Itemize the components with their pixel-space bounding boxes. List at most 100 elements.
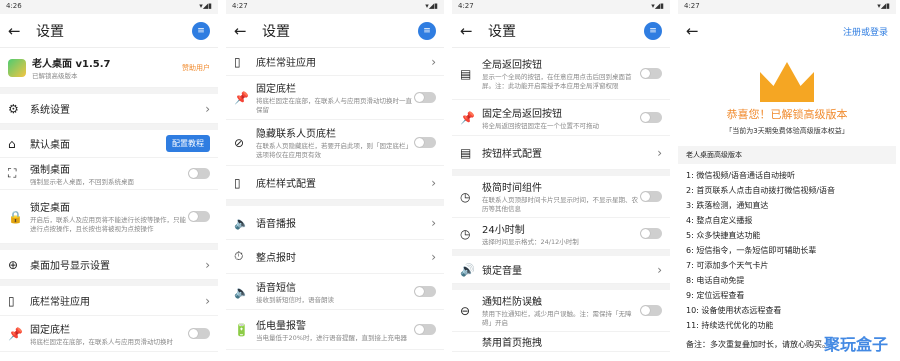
row-label: 锁定桌面 — [30, 203, 70, 215]
fixed-dock-toggle[interactable] — [188, 328, 210, 339]
status-time: 4:27 — [232, 2, 248, 10]
row-minimal-time[interactable]: ◷ 极简时间组件 在联系人页顶部时间卡片只显示时间，不显示星期、农历等其他信息 — [452, 176, 670, 218]
menu-icon[interactable]: ≡ — [192, 21, 210, 40]
app-bar: ← 设置 ≡ — [452, 14, 670, 48]
row-plus-display[interactable]: ⊕ 桌面加号显示设置 › — [0, 250, 218, 280]
row-default-desktop[interactable]: ⌂ 默认桌面 配置教程 — [0, 130, 218, 158]
row-label: 固定全局返回按钮 — [482, 108, 562, 120]
row-lock-volume[interactable]: 🔊 锁定音量 › — [452, 256, 670, 284]
force-icon: ⛶ — [8, 166, 17, 180]
trial-text: 「当前为3天期免费体验高级版本权益」 — [725, 127, 849, 135]
watermark: 聚玩盒子 — [823, 335, 888, 354]
24-hour-toggle[interactable] — [640, 228, 662, 239]
speaker-icon: 🔈 — [234, 215, 249, 230]
back-arrow-icon[interactable]: ← — [686, 22, 714, 40]
app-logo-icon — [8, 58, 26, 77]
back-arrow-icon[interactable]: ← — [8, 22, 36, 40]
volume-icon: 🔊 — [460, 262, 475, 277]
lock-desktop-toggle[interactable] — [188, 211, 210, 222]
row-label: 桌面加号显示设置 — [30, 261, 110, 272]
row-label: 按钮样式配置 — [482, 149, 542, 160]
list-item: 1: 微信视频/语音通话自动接听 — [686, 171, 796, 180]
row-fixed-global-back[interactable]: 📌 固定全局返回按钮 将全局返回按钮固定在一个位置不可拖动 — [452, 100, 670, 136]
row-sub: 开启后，联系人及应用页将不能进行长按等操作，只能进行点按操作，且长按也将被视为点… — [30, 216, 186, 233]
row-sub: 接收到新短信时，语音朗读 — [256, 295, 334, 304]
row-dock-apps[interactable]: ▯ 底栏常驻应用 › — [0, 286, 218, 316]
global-back-toggle[interactable] — [640, 68, 662, 79]
pin-icon: 📌 — [460, 110, 475, 125]
config-tutorial-button[interactable]: 配置教程 — [166, 135, 210, 152]
feature-list: 1: 微信视频/语音通话自动接听 2: 首页联系人点击自动拨打微信视频/语音 3… — [678, 168, 896, 333]
row-voice-sms[interactable]: 🔈 语音短信 接收到新短信时，语音朗读 — [226, 274, 444, 310]
fixed-dock-toggle[interactable] — [414, 92, 436, 103]
row-low-battery[interactable]: 🔋 低电量报警 当电量低于20%时，进行语音提醒，直到接上充电器 — [226, 310, 444, 350]
premium-screen: 4:27 ▾◢▮ ← 注册或登录 恭喜您！已解锁高级版本 「当前为3天期免费体验高… — [678, 0, 900, 361]
list-item: 5: 众多快捷直达功能 — [686, 231, 761, 240]
status-time: 4:26 — [6, 2, 22, 10]
voice-sms-toggle[interactable] — [414, 286, 436, 297]
row-lock-desktop[interactable]: 🔒 锁定桌面 开启后，联系人及应用页将不能进行长按等操作，只能进行点按操作，且长按… — [0, 190, 218, 244]
fixed-back-toggle[interactable] — [640, 112, 662, 123]
list-item: 7: 可添加多个天气卡片 — [686, 261, 769, 270]
row-button-style[interactable]: ▤ 按钮样式配置 › — [452, 136, 670, 170]
menu-icon[interactable]: ≡ — [418, 21, 436, 40]
back-arrow-icon[interactable]: ← — [234, 22, 262, 40]
app-name: 老人桌面 v1.5.7 — [32, 58, 111, 70]
row-hourly-chime[interactable]: ⏱ 整点报时 › — [226, 240, 444, 274]
row-label: 固定底栏 — [30, 324, 70, 336]
congrats-text: 恭喜您！已解锁高级版本 — [726, 108, 848, 121]
version-header: 老人桌面高级版本 — [678, 146, 896, 164]
pin-icon: 📌 — [234, 90, 249, 105]
row-label: 语音播报 — [256, 219, 296, 230]
row-label: 固定底栏 — [256, 84, 296, 96]
row-label: 极简时间组件 — [482, 183, 542, 195]
row-voice-broadcast[interactable]: 🔈 语音播报 › — [226, 206, 444, 240]
row-label: 强制桌面 — [30, 164, 70, 176]
hide-dock-toggle[interactable] — [414, 137, 436, 148]
row-dock-style[interactable]: ▯ 底栏样式配置 › — [226, 166, 444, 200]
clock-icon: ◷ — [460, 226, 471, 241]
row-notification-guard[interactable]: ⊖ 通知栏防误触 禁用下拉通知栏，减少用户误触。注：需保持「无障碍」开启 — [452, 290, 670, 332]
status-bar: 4:26 ▾◢▮ — [0, 0, 218, 14]
list-item: 4: 整点自定义播报 — [686, 216, 753, 225]
home-icon: ⌂ — [8, 136, 16, 151]
minimal-time-toggle[interactable] — [640, 191, 662, 202]
login-link[interactable]: 注册或登录 — [843, 25, 888, 38]
notification-guard-toggle[interactable] — [640, 305, 662, 316]
row-fixed-dock[interactable]: 📌 固定底栏 将底栏固定在底部，在联系人与应用页滑动切换时一直保留 — [226, 76, 444, 120]
list-item: 2: 首页联系人点击自动拨打微信视频/语音 — [686, 186, 836, 195]
force-desktop-toggle[interactable] — [188, 168, 210, 179]
low-battery-toggle[interactable] — [414, 324, 436, 335]
lock-icon: 🔒 — [8, 209, 23, 224]
eye-off-icon: ⊘ — [234, 135, 245, 150]
app-info-row[interactable]: 老人桌面 v1.5.7 已解锁高级版本 赞助用户 — [0, 48, 218, 88]
back-arrow-icon[interactable]: ← — [460, 22, 488, 40]
row-dock-apps[interactable]: ▯ 底栏常驻应用 › — [226, 48, 444, 76]
row-label: 默认桌面 — [30, 140, 70, 151]
status-time: 4:27 — [458, 2, 474, 10]
settings-screen-1: 4:26 ▾◢▮ ← 设置 ≡ 老人桌面 v1.5.7 已解锁高级版本 赞助用户 … — [0, 0, 222, 361]
settings-screen-2: 4:27 ▾◢▮ ← 设置 ≡ ▯ 底栏常驻应用 › 📌 固定底栏 将底栏固定在底部，在联… — [226, 0, 448, 361]
app-bar: ← 注册或登录 — [678, 14, 896, 48]
menu-icon[interactable]: ≡ — [644, 21, 662, 40]
list-item: 9: 定位远程查看 — [686, 291, 745, 300]
row-hide-contact-dock[interactable]: ⊘ 隐藏联系人页底栏 在联系人页隐藏底栏，若要开启此项，则「固定底栏」选项将仅在应用… — [226, 120, 444, 166]
chevron-right-icon: › — [205, 293, 210, 308]
row-24-hour[interactable]: ◷ 24小时制 选择时间显示格式：24/12小时制 — [452, 218, 670, 250]
list-item: 3: 跌落检测，通知直达 — [686, 201, 769, 210]
app-bar: ← 设置 ≡ — [0, 14, 218, 48]
row-fixed-dock[interactable]: 📌 固定底栏 将底栏固定在底部，在联系人与应用页滑动切换时 — [0, 316, 218, 352]
row-sub: 将底栏固定在底部，在联系人与应用页滑动切换时 — [30, 337, 173, 346]
status-time: 4:27 — [684, 2, 700, 10]
chevron-right-icon: › — [205, 257, 210, 272]
row-global-back[interactable]: ▤ 全局返回按钮 显示一个全局的按钮，在任意应用点击后回到桌面首屏。注：此功能开启需… — [452, 48, 670, 100]
chevron-right-icon: › — [431, 175, 436, 190]
row-system-settings[interactable]: ⚙ 系统设置 › — [0, 94, 218, 124]
row-disable-drag[interactable]: 禁用首页拖拽 — [452, 332, 670, 352]
row-force-desktop[interactable]: ⛶ 强制桌面 强制显示老人桌面，不回到系统桌面 — [0, 158, 218, 190]
signal-icon: ▾◢▮ — [651, 2, 664, 10]
row-label: 全局返回按钮 — [482, 60, 542, 72]
status-bar: 4:27 ▾◢▮ — [452, 0, 670, 14]
chevron-right-icon: › — [431, 54, 436, 69]
clock-icon: ◷ — [460, 189, 471, 204]
